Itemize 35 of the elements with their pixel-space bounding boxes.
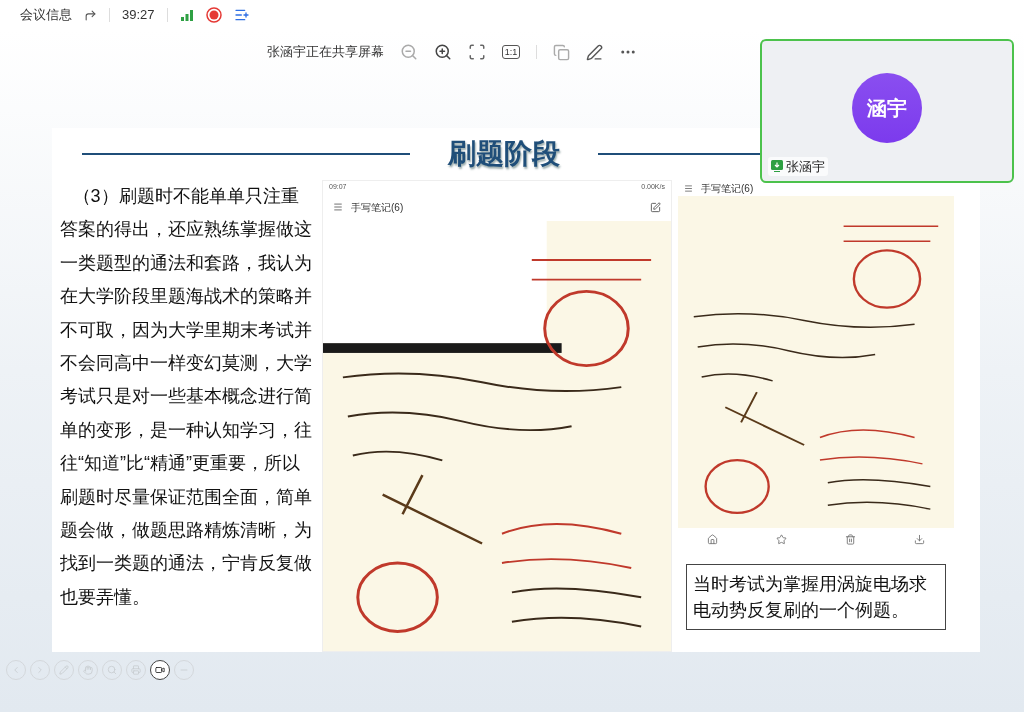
zoom-in-icon[interactable]: [433, 43, 452, 61]
fit-screen-icon[interactable]: [467, 43, 486, 61]
annotation-tool[interactable]: [150, 660, 170, 680]
screen-share-icon: [771, 160, 783, 173]
hand-icon: [83, 665, 93, 675]
meeting-info-link[interactable]: 会议信息: [20, 5, 72, 25]
trash-icon[interactable]: [845, 533, 856, 545]
menu-icon[interactable]: [684, 183, 693, 193]
menu-icon[interactable]: [333, 202, 343, 212]
camera-icon: [155, 665, 165, 675]
edit-icon[interactable]: [650, 201, 661, 213]
sharing-status: 张涵宇正在共享屏幕: [266, 43, 384, 62]
printer-icon: [131, 665, 141, 675]
actual-size-button[interactable]: 1:1: [501, 45, 521, 59]
pen-icon[interactable]: [586, 43, 604, 61]
video-tile[interactable]: 涵宇 张涵宇: [760, 39, 1014, 183]
zoom-out-icon[interactable]: [399, 43, 418, 61]
app-title: 手写笔记(6): [351, 200, 405, 215]
star-icon[interactable]: [776, 533, 787, 545]
caption-text: 当时考试为掌握用涡旋电场求电动势反复刷的一个例题。: [693, 574, 927, 620]
share-icon[interactable]: [84, 8, 97, 22]
download-icon[interactable]: [914, 533, 925, 545]
slide-title: 刷题阶段: [448, 137, 560, 171]
record-icon[interactable]: [205, 7, 222, 23]
pencil-icon: [59, 665, 69, 675]
participant-name: 张涵宇: [786, 157, 825, 176]
signal-icon: [179, 9, 194, 21]
avatar-initials: 涵宇: [867, 96, 907, 121]
window-icon[interactable]: [553, 43, 571, 61]
meeting-duration: 39:27: [122, 6, 155, 25]
slide-paragraph: （3）刷题时不能单单只注重答案的得出，还应熟练掌握做这一类题型的通法和套路，我认为在大学阶段里题海战术的策略并不可取，因为大学里期末考试并不会同高中一样变幻莫测，大学考试只是对一些基本概念进行简单的变形，是一种认知学习，往往“知道”比“精通”更重要，所以刷题时尽量保证范围全面，简单题会做，做题思路精炼清晰，为找到一类题的通法，宁肯反复做也要弄懂。: [59, 185, 313, 609]
search-icon: [107, 665, 117, 675]
app-title: 手写笔记(6): [701, 181, 754, 196]
member-list-icon[interactable]: [233, 7, 250, 23]
home-icon[interactable]: [707, 533, 718, 545]
